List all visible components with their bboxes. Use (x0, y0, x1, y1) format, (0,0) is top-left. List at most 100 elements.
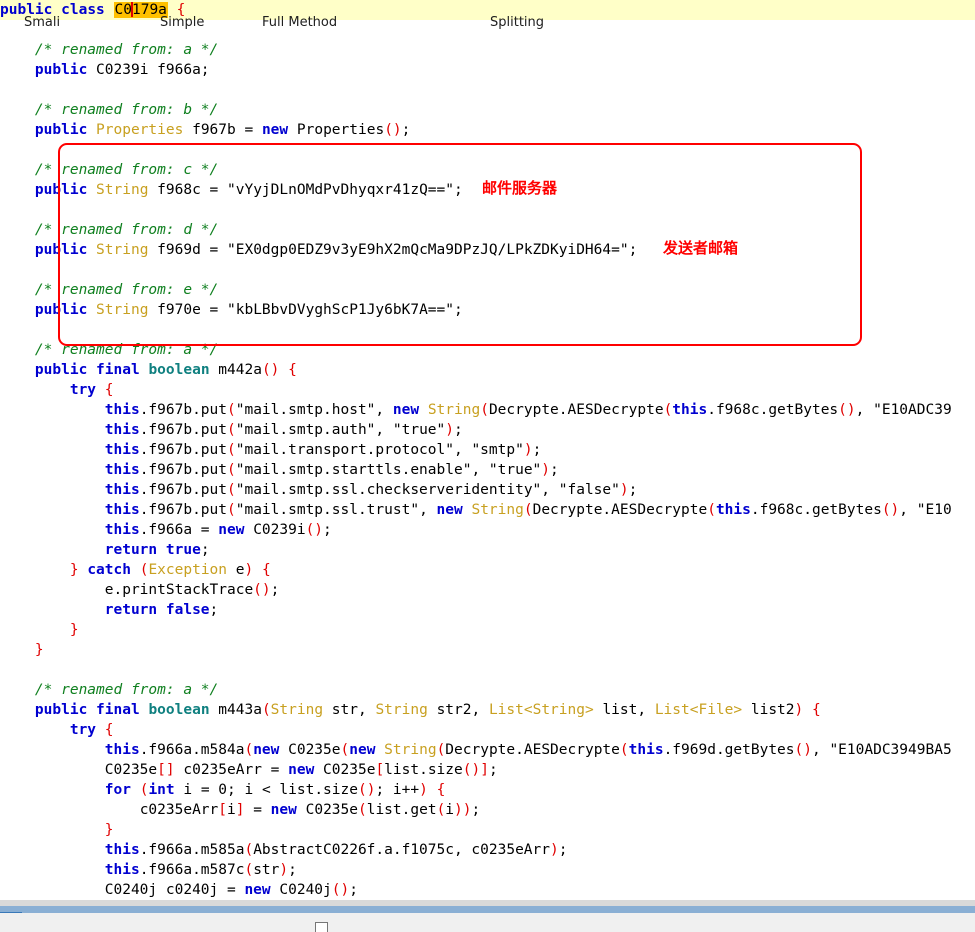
code-line-m584a[interactable]: this.f966a.m584a(new C0235e(new String(D… (0, 740, 975, 760)
code-line-field-f970e[interactable]: public String f970e = "kbLBbvDVyghScP1Jy… (0, 300, 975, 320)
keyword-new: new (270, 802, 297, 818)
semicolon: ; (401, 122, 411, 138)
code-line-put-protocol[interactable]: this.f967b.put("mail.transport.protocol"… (0, 440, 975, 460)
open-brace: { (288, 362, 297, 378)
keyword-new: new (288, 762, 315, 778)
string-aes-key-truncated: "E10 (916, 502, 952, 518)
paren-open: ( (227, 442, 236, 458)
code-line-put-auth[interactable]: this.f967b.put("mail.smtp.auth", "true")… (0, 420, 975, 440)
parens: () (305, 522, 324, 538)
code-line-for-loop[interactable]: for (int i = 0; i < list.size(); i++) { (0, 780, 975, 800)
type-boolean: boolean (148, 702, 210, 718)
code-line-m587c[interactable]: this.f966a.m587c(str); (0, 860, 975, 880)
code-line-class-declaration[interactable]: public class C0179a { (0, 0, 975, 20)
code-line-array-decl[interactable]: C0235e[] c0235eArr = new C0235e[list.siz… (0, 760, 975, 780)
paren-open: ( (227, 462, 236, 478)
code-line-put-host[interactable]: this.f967b.put("mail.smtp.host", new Str… (0, 400, 975, 420)
semicolon: ; (550, 462, 559, 478)
var-e: e (227, 562, 245, 578)
paren-open: ( (357, 802, 367, 818)
code-line-field-f966a[interactable]: public C0239i f966a; (0, 60, 975, 80)
semicolon: ; (488, 762, 498, 778)
param-list2: list2 (742, 702, 795, 718)
bottom-chrome (0, 900, 975, 932)
comment-renamed-a3: /* renamed from: a */ (0, 682, 219, 698)
arg-i: i (445, 802, 455, 818)
paren-open: ( (707, 502, 716, 518)
keyword-final: final (96, 362, 140, 378)
paren-close: ) (279, 862, 289, 878)
type-string: String (471, 502, 524, 518)
code-line-array-assign[interactable]: c0235eArr[i] = new C0235e(list.get(i)); (0, 800, 975, 820)
type-string: String (96, 242, 149, 258)
code-line-method-m442a[interactable]: public final boolean m442a() { (0, 360, 975, 380)
code-line-comment-b: /* renamed from: b */ (0, 100, 975, 120)
code-line-m585a[interactable]: this.f966a.m585a(AbstractC0226f.a.f1075c… (0, 840, 975, 860)
paren-open: ( (480, 402, 489, 418)
code-line-field-f967b[interactable]: public Properties f967b = new Properties… (0, 120, 975, 140)
loop-incr: ; i++ (375, 782, 420, 798)
code-line-assign-f966a[interactable]: this.f966a = new C0239i(); (0, 520, 975, 540)
bottom-label-smali[interactable]: Smali (24, 15, 60, 32)
bottom-label-simple[interactable]: Simple (160, 15, 204, 32)
member-access: .f966a.m584a (139, 742, 245, 758)
keyword-public: public (34, 702, 88, 718)
code-line-return-false: return false; (0, 600, 975, 620)
parens: () (838, 402, 856, 418)
code-line-printstacktrace[interactable]: e.printStackTrace(); (0, 580, 975, 600)
code-line-c0240j[interactable]: C0240j c0240j = new C0240j(); (0, 880, 975, 900)
parens: () (384, 122, 402, 138)
bottom-label-full-method[interactable]: Full Method (262, 15, 337, 32)
parens: ( (436, 802, 446, 818)
semicolon: ; (200, 542, 210, 558)
member-access: .f966a.m587c (139, 862, 245, 878)
comment-renamed-c: /* renamed from: c */ (0, 162, 219, 178)
splitting-checkbox[interactable] (315, 922, 328, 932)
semicolon: ; (454, 422, 463, 438)
parens: () (794, 742, 812, 758)
keyword-new: new (253, 742, 280, 758)
code-line-comment-a2: /* renamed from: a */ (0, 340, 975, 360)
open-brace: { (812, 702, 821, 718)
type-string: String (384, 742, 437, 758)
type-string: String (96, 182, 149, 198)
param-type-string2: String (375, 702, 428, 718)
param-str: str, (323, 702, 376, 718)
call-printstacktrace: e.printStackTrace (104, 582, 254, 598)
code-editor-surface[interactable]: public class C0179a { /* renamed from: a… (0, 0, 975, 900)
code-line-put-ssltrust[interactable]: this.f967b.put("mail.smtp.ssl.trust", ne… (0, 500, 975, 520)
comma: , (375, 422, 393, 438)
code-line-method-m443a[interactable]: public final boolean m443a(String str, S… (0, 700, 975, 720)
ctor-c0239i: C0239i (244, 522, 306, 538)
semicolon: ; (532, 442, 542, 458)
keyword-new: new (436, 502, 463, 518)
var-c0235eArr: c0235eArr = (174, 762, 289, 778)
code-line-field-f969d[interactable]: public String f969d = "EX0dgp0EDZ9v3yE9h… (0, 240, 975, 260)
horizontal-scrollbar-track[interactable] (0, 906, 975, 919)
code-line-comment-a: /* renamed from: a */ (0, 40, 975, 60)
semicolon: ; (323, 522, 332, 538)
ctor-c0240j: C0240j (270, 882, 332, 898)
code-line-put-checkserveridentity[interactable]: this.f967b.put("mail.smtp.ssl.checkserve… (0, 480, 975, 500)
code-line-put-starttls[interactable]: this.f967b.put("mail.smtp.starttls.enabl… (0, 460, 975, 480)
